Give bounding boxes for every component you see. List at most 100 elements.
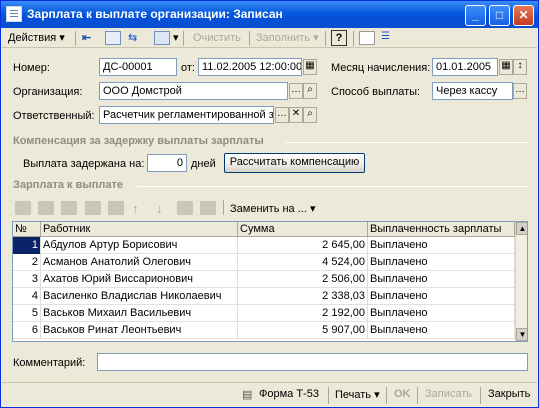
comment-field[interactable] bbox=[97, 353, 528, 371]
toolbar-separator bbox=[249, 31, 250, 46]
printer-icon: ▤ bbox=[242, 389, 253, 401]
cell-sum[interactable]: 5 907,00 bbox=[238, 322, 368, 339]
fill-menu[interactable]: Заполнить ▾ bbox=[256, 30, 319, 47]
structure-icon[interactable] bbox=[105, 31, 121, 45]
statusbar-separator bbox=[480, 387, 481, 404]
sort-ascending-icon[interactable] bbox=[177, 201, 193, 215]
month-spin-icon[interactable]: ↕ bbox=[513, 59, 527, 75]
cell-number[interactable]: 4 bbox=[13, 288, 41, 305]
scroll-up-icon[interactable]: ▲ bbox=[516, 222, 527, 235]
cell-status[interactable]: Выплачено bbox=[368, 288, 515, 305]
print-menu[interactable]: Печать ▾ bbox=[335, 388, 380, 401]
column-header-number[interactable]: № bbox=[13, 222, 41, 237]
table-header: № Работник Сумма Выплаченность зарплаты bbox=[13, 222, 515, 237]
sort-descending-icon[interactable] bbox=[200, 201, 216, 215]
organization-open-icon[interactable]: ⌕ bbox=[303, 83, 317, 99]
cell-number[interactable]: 5 bbox=[13, 305, 41, 322]
toolbar-separator bbox=[75, 31, 76, 46]
cell-status[interactable]: Выплачено bbox=[368, 305, 515, 322]
document-icon bbox=[6, 6, 22, 22]
replace-with-menu[interactable]: Заменить на ... ▾ bbox=[230, 202, 315, 215]
table-scrollbar[interactable]: ▲ ▼ bbox=[515, 222, 527, 341]
table-row[interactable]: 6 Васьков Ринат Леонтьевич 5 907,00 Выпл… bbox=[13, 322, 515, 339]
payout-section-title: Зарплата к выплате bbox=[13, 179, 124, 191]
responsible-open-icon[interactable]: ⌕ bbox=[303, 107, 317, 123]
toolbar: Действия ▾ ⇤ ⇆ ▾ Очистить Заполнить ▾ ? … bbox=[2, 28, 537, 48]
actions-menu[interactable]: Действия ▾ bbox=[8, 30, 65, 47]
responsible-select-button[interactable]: … bbox=[275, 107, 289, 123]
end-edit-icon[interactable] bbox=[108, 201, 124, 215]
move-down-icon[interactable]: ↓ bbox=[156, 201, 163, 216]
cell-worker[interactable]: Асманов Анатолий Олегович bbox=[41, 254, 238, 271]
cell-status[interactable]: Выплачено bbox=[368, 322, 515, 339]
ok-button[interactable]: OK bbox=[394, 388, 411, 400]
delete-row-icon[interactable] bbox=[85, 201, 101, 215]
table-row[interactable]: 1 Абдулов Артур Борисович 2 645,00 Выпла… bbox=[13, 237, 515, 254]
cell-sum[interactable]: 2 338,03 bbox=[238, 288, 368, 305]
payment-method-select-button[interactable]: … bbox=[513, 83, 527, 99]
cell-sum[interactable]: 4 524,00 bbox=[238, 254, 368, 271]
calendar-icon[interactable]: ▦ bbox=[303, 59, 317, 75]
create-based-on-icon[interactable] bbox=[154, 31, 170, 45]
cell-sum[interactable]: 2 192,00 bbox=[238, 305, 368, 322]
cell-worker[interactable]: Ахатов Юрий Виссарионович bbox=[41, 271, 238, 288]
toolbar-separator bbox=[353, 31, 354, 46]
cell-worker[interactable]: Абдулов Артур Борисович bbox=[41, 237, 238, 254]
number-label: Номер: bbox=[13, 62, 50, 74]
move-up-icon[interactable]: ↑ bbox=[132, 201, 139, 216]
table-row[interactable]: 3 Ахатов Юрий Виссарионович 2 506,00 Вып… bbox=[13, 271, 515, 288]
add-row-icon[interactable] bbox=[15, 201, 31, 215]
organization-select-button[interactable]: … bbox=[289, 83, 303, 99]
help-button[interactable]: ? bbox=[331, 30, 347, 46]
title-bar[interactable]: Зарплата к выплате организации: Записан … bbox=[1, 1, 538, 28]
copy-row-icon[interactable] bbox=[38, 201, 54, 215]
section-divider bbox=[137, 186, 528, 187]
cell-worker[interactable]: Василенко Владислав Николаевич bbox=[41, 288, 238, 305]
number-field[interactable]: ДС-00001 bbox=[99, 58, 177, 76]
scroll-down-icon[interactable]: ▼ bbox=[516, 328, 527, 341]
clear-button[interactable]: Очистить bbox=[193, 30, 241, 47]
month-calendar-icon[interactable]: ▦ bbox=[499, 59, 513, 75]
cell-sum[interactable]: 2 645,00 bbox=[238, 237, 368, 254]
payout-table[interactable]: № Работник Сумма Выплаченность зарплаты … bbox=[12, 221, 528, 342]
toolbar-separator bbox=[325, 31, 326, 46]
table-row[interactable]: 2 Асманов Анатолий Олегович 4 524,00 Вып… bbox=[13, 254, 515, 271]
grid-view-icon[interactable] bbox=[359, 31, 375, 45]
go-back-icon[interactable]: ⇤ bbox=[82, 31, 98, 45]
column-header-status[interactable]: Выплаченность зарплаты bbox=[368, 222, 515, 237]
list-settings-icon[interactable]: ☰ bbox=[381, 31, 397, 45]
cell-number[interactable]: 3 bbox=[13, 271, 41, 288]
maximize-button[interactable]: □ bbox=[489, 5, 510, 26]
close-button[interactable]: Закрыть bbox=[488, 388, 530, 400]
cell-status[interactable]: Выплачено bbox=[368, 254, 515, 271]
clear-icon[interactable]: ✕ bbox=[289, 107, 303, 123]
cell-worker[interactable]: Васьков Ринат Леонтьевич bbox=[41, 322, 238, 339]
create-based-on-dropdown[interactable]: ▾ bbox=[173, 30, 179, 47]
bottom-command-bar: ▤ Форма Т-53 Печать ▾ OK Записать Закрыт… bbox=[2, 382, 537, 407]
cell-status[interactable]: Выплачено bbox=[368, 237, 515, 254]
cell-status[interactable]: Выплачено bbox=[368, 271, 515, 288]
organization-field[interactable]: ООО Домстрой bbox=[99, 82, 288, 100]
payment-method-field[interactable]: Через кассу bbox=[432, 82, 513, 100]
table-row[interactable]: 4 Василенко Владислав Николаевич 2 338,0… bbox=[13, 288, 515, 305]
cell-sum[interactable]: 2 506,00 bbox=[238, 271, 368, 288]
edit-row-icon[interactable] bbox=[61, 201, 77, 215]
cell-number[interactable]: 2 bbox=[13, 254, 41, 271]
save-button[interactable]: Записать bbox=[425, 388, 472, 400]
column-header-sum[interactable]: Сумма bbox=[238, 222, 368, 237]
cell-worker[interactable]: Васьков Михаил Васильевич bbox=[41, 305, 238, 322]
month-field[interactable]: 01.01.2005 bbox=[432, 58, 498, 76]
table-row[interactable]: 5 Васьков Михаил Васильевич 2 192,00 Вып… bbox=[13, 305, 515, 322]
toolbar-separator bbox=[183, 31, 184, 46]
date-field[interactable]: 11.02.2005 12:00:00 bbox=[198, 58, 302, 76]
cell-number[interactable]: 1 bbox=[13, 237, 41, 254]
post-document-icon[interactable]: ⇆ bbox=[128, 31, 144, 45]
minimize-button[interactable]: _ bbox=[465, 5, 486, 26]
cell-number[interactable]: 6 bbox=[13, 322, 41, 339]
form-t53-button[interactable]: Форма Т-53 bbox=[259, 388, 319, 400]
column-header-worker[interactable]: Работник bbox=[41, 222, 238, 237]
calculate-compensation-button[interactable]: Рассчитать компенсацию bbox=[224, 153, 365, 173]
delay-days-field[interactable]: 0 bbox=[147, 154, 187, 172]
close-window-button[interactable]: ✕ bbox=[513, 5, 534, 26]
responsible-field[interactable]: Расчетчик регламентированной з bbox=[99, 106, 274, 124]
